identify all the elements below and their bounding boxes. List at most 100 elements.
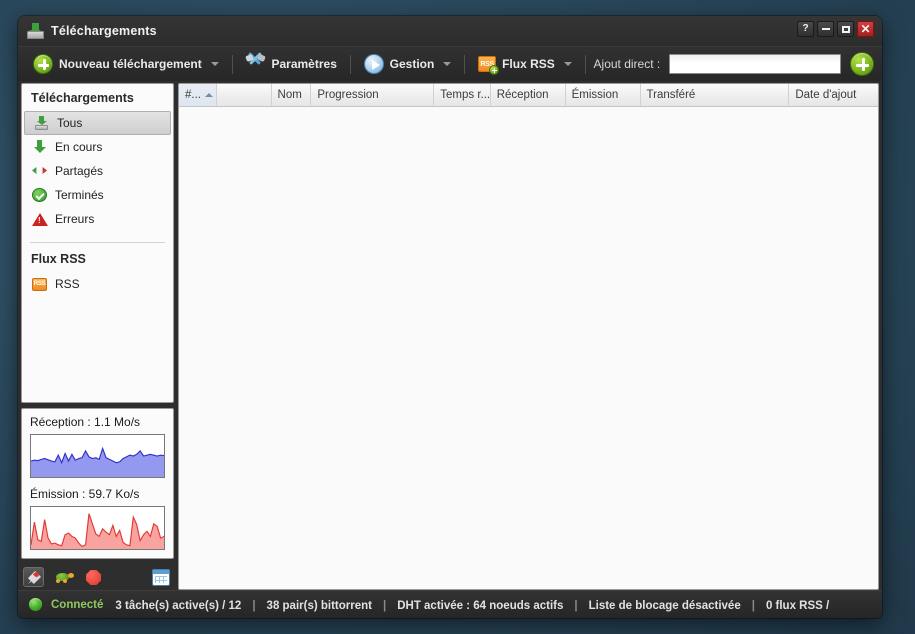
- table-column-transf-r[interactable]: Transféré: [641, 84, 790, 106]
- status-separator: |: [751, 599, 755, 612]
- chevron-down-icon[interactable]: [443, 62, 452, 66]
- speed-rocket-icon[interactable]: [23, 567, 44, 587]
- connection-status-label: Connecté: [51, 598, 104, 611]
- sidebar-divider: [30, 242, 165, 243]
- download-tray-icon: [27, 22, 44, 40]
- scheduler-calendar-icon: [152, 568, 170, 586]
- table-column-mission[interactable]: Émission: [566, 84, 641, 106]
- upload-speed-label: Émission : 59.7 Ko/s: [30, 487, 140, 501]
- tray-download-icon: [34, 116, 49, 130]
- sidebar-downloads-header: Téléchargements: [31, 91, 134, 105]
- column-label: Temps r...: [440, 89, 491, 101]
- download-speed-label: Réception : 1.1 Mo/s: [30, 415, 141, 429]
- sidebar: Téléchargements Tous En cours Partagés T…: [21, 83, 174, 590]
- main-toolbar: Nouveau téléchargement Paramètres Gestio…: [18, 46, 882, 81]
- close-icon: ✕: [860, 22, 871, 36]
- toolbar-divider: [349, 54, 351, 74]
- sidebar-item-downloading[interactable]: En cours: [23, 135, 172, 159]
- settings-label: Paramètres: [271, 57, 337, 71]
- table-column-temps-r[interactable]: Temps r...: [434, 84, 491, 106]
- direct-add-input[interactable]: [669, 54, 842, 74]
- upload-graph-svg: [31, 513, 164, 549]
- close-button[interactable]: ✕: [857, 21, 874, 37]
- plus-circle-icon: [33, 54, 53, 74]
- sidebar-item-completed[interactable]: Terminés: [23, 183, 172, 207]
- management-label: Gestion: [389, 57, 435, 71]
- tools-icon: [245, 52, 267, 73]
- window-body: Téléchargements Tous En cours Partagés T…: [18, 81, 882, 590]
- window-title: Téléchargements: [51, 24, 157, 38]
- title-bar: Téléchargements ? ✕: [18, 16, 882, 46]
- column-label: Date d'ajout: [795, 89, 857, 101]
- red-warning-triangle-icon: [32, 212, 48, 226]
- column-label: Nom: [277, 89, 302, 101]
- settings-button[interactable]: Paramètres: [240, 52, 341, 76]
- status-separator: |: [574, 599, 578, 612]
- table-column-header: #... Nom Progression Temps r... Réception Émi…: [179, 84, 878, 107]
- column-label: Réception: [496, 89, 549, 101]
- speed-turtle-icon[interactable]: [53, 567, 74, 587]
- table-column-progression[interactable]: Progression: [311, 84, 435, 106]
- rss-badge-icon: RSS: [32, 277, 47, 291]
- maximize-button[interactable]: [837, 21, 854, 37]
- table-column-blank[interactable]: [217, 84, 272, 106]
- status-separator: |: [252, 599, 256, 612]
- direct-add-button[interactable]: [850, 52, 875, 76]
- sidebar-item-label: En cours: [55, 140, 103, 154]
- direct-add-label: Ajout direct :: [593, 57, 661, 71]
- sidebar-item-label: Tous: [57, 116, 83, 130]
- sidebar-nav-panel: Téléchargements Tous En cours Partagés T…: [21, 83, 174, 403]
- sidebar-item-shared[interactable]: Partagés: [23, 159, 172, 183]
- sort-ascending-icon: [204, 93, 213, 97]
- table-column-date-d-ajout[interactable]: Date d'ajout: [789, 84, 878, 106]
- table-column-r-ception[interactable]: Réception: [491, 84, 566, 106]
- download-graph-svg: [31, 446, 164, 477]
- new-download-button[interactable]: Nouveau téléchargement: [28, 51, 224, 77]
- sidebar-item-label: Partagés: [55, 164, 104, 178]
- management-button[interactable]: Gestion: [359, 51, 457, 77]
- play-circle-icon: [363, 54, 384, 74]
- status-segment: 0 flux RSS /: [765, 599, 830, 612]
- table-column-nom[interactable]: Nom: [272, 84, 312, 106]
- column-label: #...: [185, 89, 201, 101]
- rss-feeds-label: Flux RSS: [502, 57, 555, 71]
- sidebar-rss-header: Flux RSS: [31, 252, 86, 266]
- status-segment: 3 tâche(s) active(s) / 12: [115, 599, 242, 612]
- sidebar-item-rss[interactable]: RSS RSS: [23, 272, 172, 296]
- chevron-down-icon[interactable]: [563, 62, 572, 66]
- sidebar-item-all[interactable]: Tous: [24, 111, 171, 135]
- sidebar-item-label: Terminés: [55, 188, 104, 202]
- green-check-circle-icon: [32, 188, 47, 202]
- sidebar-item-label: Erreurs: [55, 212, 95, 226]
- stop-octagon-icon[interactable]: [83, 567, 104, 587]
- rss-add-icon: RSS: [478, 56, 500, 75]
- column-label: Transféré: [646, 89, 696, 101]
- speed-mode-toolbar: [21, 564, 174, 590]
- toolbar-divider: [464, 54, 466, 74]
- status-segment: 38 pair(s) bittorrent: [266, 599, 372, 612]
- help-button[interactable]: ?: [797, 21, 814, 37]
- status-segments: 3 tâche(s) active(s) / 12 | 38 pair(s) bit…: [115, 596, 829, 614]
- toolbar-divider: [231, 54, 233, 74]
- table-column-[interactable]: #...: [179, 84, 217, 106]
- column-label: Progression: [317, 89, 379, 101]
- scheduler-calendar-button[interactable]: [152, 568, 170, 586]
- connection-status-icon: [29, 598, 42, 611]
- window-controls: ? ✕: [797, 21, 874, 37]
- sidebar-item-errors[interactable]: Erreurs: [23, 207, 172, 231]
- chevron-down-icon[interactable]: [210, 62, 219, 66]
- minimize-button[interactable]: [817, 21, 834, 37]
- sidebar-item-label: RSS: [55, 277, 80, 291]
- share-arrows-icon: [32, 164, 47, 178]
- status-separator: |: [382, 599, 387, 612]
- download-speed-graph: [30, 434, 165, 478]
- application-window: Téléchargements ? ✕ Nouveau téléchargeme…: [18, 16, 882, 618]
- downloads-list-panel: #... Nom Progression Temps r... Réception Émi…: [178, 83, 879, 590]
- status-bar: Connecté 3 tâche(s) active(s) / 12 | 38 pa…: [18, 590, 882, 618]
- toolbar-divider: [584, 54, 586, 74]
- rss-feeds-button[interactable]: RSS Flux RSS: [473, 53, 577, 75]
- status-segment: DHT activée : 64 noeuds actifs: [397, 599, 564, 612]
- downloads-list-body[interactable]: [179, 107, 878, 589]
- status-segment: Liste de blocage désactivée: [588, 599, 741, 612]
- green-down-arrow-icon: [32, 140, 47, 154]
